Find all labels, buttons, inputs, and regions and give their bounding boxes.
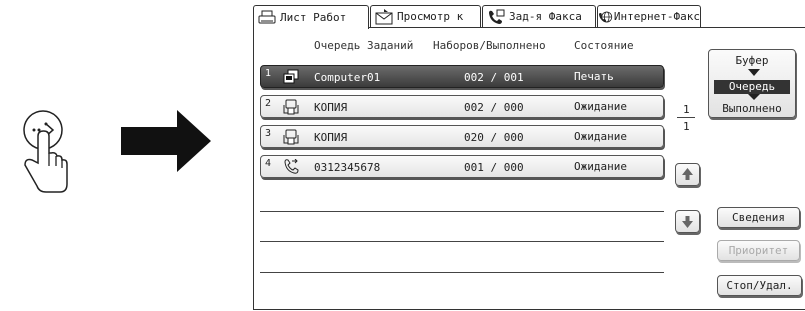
tab-label: Интернет-Факс bbox=[613, 10, 700, 23]
tab-label: Просмотр к bbox=[397, 10, 464, 23]
job-number: 1 bbox=[265, 68, 272, 79]
job-status: Ожидание bbox=[574, 100, 627, 113]
page-total: 1 bbox=[683, 120, 690, 133]
page-divider bbox=[677, 117, 695, 118]
fax-icon bbox=[489, 9, 505, 24]
job-count: 002 / 001 bbox=[464, 71, 524, 84]
job-name: КОПИЯ bbox=[314, 131, 348, 144]
job-status: Ожидание bbox=[574, 130, 627, 143]
job-row[interactable]: 1 Computer01 002 / 001 Печать bbox=[260, 65, 664, 88]
job-number: 2 bbox=[265, 98, 272, 109]
stop-delete-button[interactable]: Стоп/Удал. bbox=[717, 275, 802, 296]
tab-scan[interactable]: Просмотр к bbox=[370, 5, 481, 27]
computer-icon bbox=[283, 69, 299, 84]
scan-icon bbox=[375, 8, 393, 24]
header-status: Состояние bbox=[574, 39, 634, 52]
job-number: 4 bbox=[265, 158, 272, 169]
job-status: Ожидание bbox=[574, 160, 627, 173]
job-count: 001 / 000 bbox=[464, 161, 524, 174]
priority-button[interactable]: Приоритет bbox=[717, 240, 800, 261]
job-row[interactable]: 3 КОПИЯ 020 / 000 Ожидание bbox=[260, 125, 664, 148]
job-row[interactable]: 4 0312345678 001 / 000 Ожидание bbox=[260, 155, 664, 178]
scroll-down-button[interactable] bbox=[675, 210, 700, 233]
tab-internet-fax[interactable]: Интернет-Факс bbox=[597, 5, 701, 27]
header-sets: Наборов/Выполнено bbox=[433, 39, 546, 52]
job-name: КОПИЯ bbox=[314, 101, 348, 114]
details-button[interactable]: Сведения bbox=[717, 207, 800, 228]
empty-row-line bbox=[260, 241, 664, 242]
job-count: 020 / 000 bbox=[464, 131, 524, 144]
queue-mode-selector[interactable]: Буфер Очередь Выполнено bbox=[708, 49, 796, 118]
job-number: 3 bbox=[265, 128, 272, 139]
copy-icon bbox=[283, 129, 299, 145]
tab-bar: Лист Работ Просмотр к Зад-я Факса Интерн… bbox=[253, 5, 805, 29]
page-current: 1 bbox=[683, 103, 690, 116]
empty-row-line bbox=[260, 272, 664, 273]
tab-label: Зад-я Факса bbox=[509, 10, 582, 23]
job-name: Computer01 bbox=[314, 71, 381, 84]
printer-icon bbox=[258, 10, 276, 23]
internet-fax-icon bbox=[599, 11, 613, 22]
tab-label: Лист Работ bbox=[280, 11, 347, 24]
mode-queue-selected[interactable]: Очередь bbox=[714, 80, 790, 94]
job-status: Печать bbox=[574, 70, 614, 83]
mode-spool[interactable]: Буфер bbox=[709, 54, 795, 67]
header-queue: Очередь Заданий bbox=[314, 39, 414, 52]
empty-row-line bbox=[260, 211, 664, 212]
right-arrow-icon bbox=[121, 110, 211, 172]
mode-complete[interactable]: Выполнено bbox=[709, 102, 795, 115]
job-status-key-press-icon bbox=[23, 110, 68, 193]
job-row[interactable]: 2 КОПИЯ 002 / 000 Ожидание bbox=[260, 95, 664, 118]
fax-send-icon bbox=[284, 159, 299, 174]
job-name: 0312345678 bbox=[314, 161, 381, 174]
copy-icon bbox=[283, 99, 299, 115]
arrow-down-icon bbox=[682, 216, 693, 228]
scroll-up-button[interactable] bbox=[675, 163, 700, 186]
arrow-up-icon bbox=[682, 168, 693, 180]
job-count: 002 / 000 bbox=[464, 101, 524, 114]
tab-fax[interactable]: Зад-я Факса bbox=[482, 5, 596, 27]
tab-job-queue[interactable]: Лист Работ bbox=[253, 5, 369, 29]
